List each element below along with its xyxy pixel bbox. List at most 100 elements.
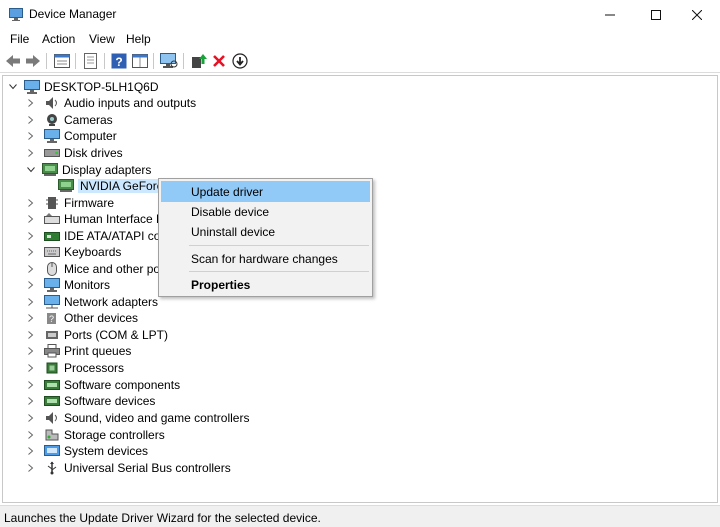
- software-component-icon: [44, 377, 60, 393]
- chevron-right-icon[interactable]: [26, 410, 36, 426]
- tree-item-label: Firmware: [64, 196, 114, 210]
- properties-view-button[interactable]: [53, 52, 71, 70]
- tree-item-firmware[interactable]: Firmware: [26, 195, 114, 211]
- tree-item-storage-controllers[interactable]: Storage controllers: [26, 427, 165, 443]
- uninstall-device-menu-item[interactable]: Uninstall device: [161, 221, 370, 242]
- tree-item-usb-controllers[interactable]: Universal Serial Bus controllers: [26, 460, 231, 476]
- back-button[interactable]: [4, 52, 22, 70]
- tree-item-label: Sound, video and game controllers: [64, 411, 250, 425]
- chevron-down-icon[interactable]: [8, 79, 18, 95]
- chevron-right-icon[interactable]: [26, 277, 36, 293]
- help-icon: ?: [111, 53, 127, 69]
- tree-item-other-devices[interactable]: ? Other devices: [26, 310, 138, 326]
- tree-root[interactable]: DESKTOP-5LH1Q6D: [8, 79, 159, 95]
- chevron-right-icon[interactable]: [26, 95, 36, 111]
- chevron-right-icon[interactable]: [26, 128, 36, 144]
- ide-controller-icon: [44, 228, 60, 244]
- disable-device-menu-item[interactable]: Disable device: [161, 201, 370, 222]
- toolbar-separator: [183, 53, 184, 69]
- chevron-right-icon[interactable]: [26, 443, 36, 459]
- maximize-button[interactable]: [633, 0, 679, 30]
- display-adapter-icon: [42, 162, 58, 178]
- disk-drive-icon: [44, 145, 60, 161]
- chevron-right-icon[interactable]: [26, 112, 36, 128]
- tree-item-computer[interactable]: Computer: [26, 128, 117, 144]
- tree-item-label: Mice and other poin: [64, 262, 170, 276]
- menu-action[interactable]: Action: [42, 32, 75, 46]
- chevron-right-icon[interactable]: [26, 360, 36, 376]
- chevron-right-icon[interactable]: [26, 377, 36, 393]
- status-text: Launches the Update Driver Wizard for th…: [4, 511, 321, 525]
- show-hide-button[interactable]: [82, 52, 100, 70]
- computer-icon: [44, 128, 60, 144]
- chevron-right-icon[interactable]: [26, 343, 36, 359]
- tree-item-system-devices[interactable]: System devices: [26, 443, 148, 459]
- tree-item-label: Ports (COM & LPT): [64, 328, 169, 342]
- chevron-right-icon[interactable]: [26, 393, 36, 409]
- tree-item-monitors[interactable]: Monitors: [26, 277, 110, 293]
- update-driver-menu-item[interactable]: Update driver: [161, 181, 370, 202]
- context-menu: Update driver Disable device Uninstall d…: [158, 178, 373, 297]
- forward-button[interactable]: [24, 52, 42, 70]
- tree-item-label: Print queues: [64, 344, 132, 358]
- tree-item-label: Disk drives: [64, 146, 123, 160]
- tree-item-hid[interactable]: Human Interface De: [26, 211, 171, 227]
- chevron-right-icon[interactable]: [26, 261, 36, 277]
- tree-item-software-devices[interactable]: Software devices: [26, 393, 155, 409]
- chevron-right-icon[interactable]: [26, 327, 36, 343]
- tree-item-ports[interactable]: Ports (COM & LPT): [26, 327, 168, 343]
- tree-item-audio[interactable]: Audio inputs and outputs: [26, 95, 196, 111]
- tree-item-label: Processors: [64, 361, 125, 375]
- chevron-down-icon[interactable]: [26, 162, 36, 178]
- chevron-right-icon[interactable]: [26, 310, 36, 326]
- mouse-icon: [44, 261, 60, 277]
- device-manager-icon: [9, 8, 23, 21]
- minimize-button[interactable]: [587, 0, 633, 30]
- tree-item-network-adapters[interactable]: Network adapters: [26, 294, 158, 310]
- scan-hardware-button[interactable]: [160, 52, 178, 70]
- title-bar: Device Manager: [0, 0, 720, 30]
- forward-arrow-icon: [26, 55, 40, 67]
- tree-item-ide-ata[interactable]: IDE ATA/ATAPI contr: [26, 228, 174, 244]
- speaker-icon: [44, 95, 60, 111]
- tree-item-mice[interactable]: Mice and other poin: [26, 261, 169, 277]
- help-button[interactable]: ?: [110, 52, 128, 70]
- tree-item-nvidia-geforce[interactable]: NVIDIA GeForce: [48, 178, 172, 194]
- uninstall-button[interactable]: [210, 52, 228, 70]
- menu-view[interactable]: View: [89, 32, 115, 46]
- menu-help[interactable]: Help: [126, 32, 151, 46]
- chevron-right-icon[interactable]: [26, 211, 36, 227]
- tree-item-label: Display adapters: [62, 163, 152, 177]
- tree-item-label: Computer: [64, 129, 117, 143]
- close-button[interactable]: [674, 0, 720, 30]
- chevron-right-icon[interactable]: [26, 427, 36, 443]
- properties-menu-item[interactable]: Properties: [161, 274, 370, 295]
- disable-button[interactable]: [231, 52, 249, 70]
- chevron-right-icon[interactable]: [26, 460, 36, 476]
- action-pane-button[interactable]: [131, 52, 149, 70]
- tree-item-cameras[interactable]: Cameras: [26, 112, 113, 128]
- software-device-icon: [44, 393, 60, 409]
- tree-item-keyboards[interactable]: Keyboards: [26, 244, 121, 260]
- root-label: DESKTOP-5LH1Q6D: [44, 80, 159, 94]
- menu-file[interactable]: File: [10, 32, 29, 46]
- chevron-right-icon[interactable]: [26, 244, 36, 260]
- tree-item-sound-video[interactable]: Sound, video and game controllers: [26, 410, 249, 426]
- svg-text:?: ?: [49, 314, 54, 324]
- chevron-right-icon[interactable]: [26, 145, 36, 161]
- window-title: Device Manager: [29, 7, 117, 21]
- chevron-right-icon[interactable]: [26, 195, 36, 211]
- scan-hardware-menu-item[interactable]: Scan for hardware changes: [161, 248, 370, 269]
- processor-icon: [44, 360, 60, 376]
- chevron-right-icon[interactable]: [26, 294, 36, 310]
- tree-item-print-queues[interactable]: Print queues: [26, 343, 131, 359]
- tree-item-display-adapters[interactable]: Display adapters: [26, 162, 151, 178]
- tree-item-label: Network adapters: [64, 295, 159, 309]
- camera-icon: [44, 112, 60, 128]
- update-driver-button[interactable]: [190, 52, 208, 70]
- tree-item-disk-drives[interactable]: Disk drives: [26, 145, 123, 161]
- hid-keyboard-icon: [44, 211, 60, 227]
- tree-item-software-components[interactable]: Software components: [26, 377, 180, 393]
- chevron-right-icon[interactable]: [26, 228, 36, 244]
- tree-item-processors[interactable]: Processors: [26, 360, 124, 376]
